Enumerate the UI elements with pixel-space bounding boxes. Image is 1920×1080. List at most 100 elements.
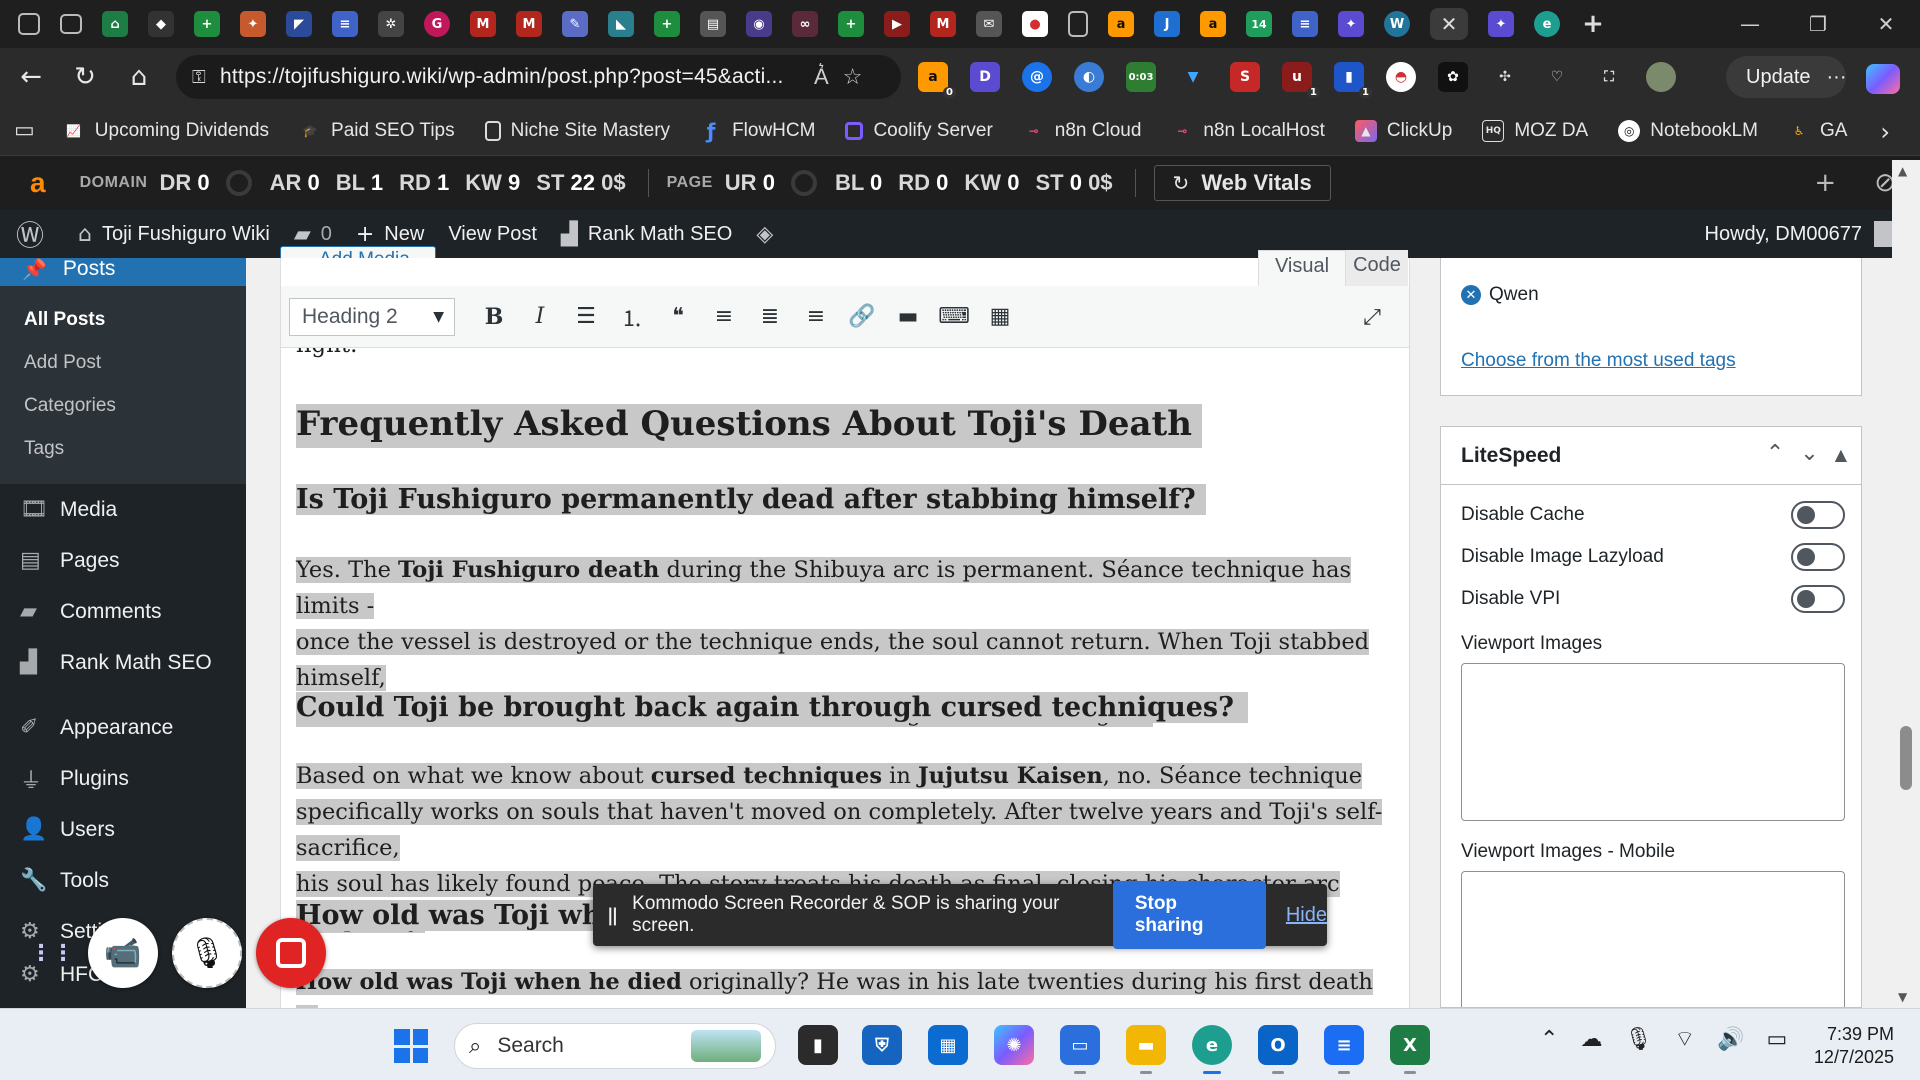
bookmark-n8n-cloud[interactable]: ⊸ n8n Cloud [1023,120,1142,142]
tab-code[interactable]: Code [1346,250,1408,286]
extension-at-icon[interactable]: @ [1022,62,1052,92]
rank-math-link[interactable]: ▟ Rank Math SEO [549,210,744,258]
disable-lazyload-toggle[interactable] [1791,543,1845,571]
tab-favicon-house[interactable]: ⌂ [102,11,128,37]
taskbar-copilot[interactable]: ✺ [994,1025,1034,1065]
tab-favicon-wordpress[interactable]: W [1384,11,1410,37]
toolbar-toggle-icon[interactable]: ⌨ [931,297,977,337]
wifi-icon[interactable]: ⌔ [1674,1025,1695,1053]
tab-favicon-teal[interactable]: ◣ [608,11,634,37]
bookmark-upcoming-dividends[interactable]: 📈 Upcoming Dividends [63,120,269,142]
tab-favicon-a[interactable]: a [1108,11,1134,37]
submenu-all-posts[interactable]: All Posts [0,298,246,341]
volume-icon[interactable]: 🔊 [1717,1027,1744,1052]
stop-sharing-button[interactable]: Stop sharing [1112,881,1266,949]
ahrefs-logo-icon[interactable]: a [30,167,46,199]
extension-d-icon[interactable]: D [970,62,1000,92]
extensions-puzzle-icon[interactable]: ✣ [1490,62,1520,92]
extension-timer-icon[interactable]: 0:03 [1126,62,1156,92]
taskbar-file-explorer[interactable]: ▬ [1126,1025,1166,1074]
remove-tag-icon[interactable]: ✕ [1461,285,1481,305]
tab-favicon-docs2[interactable]: ≡ [1292,11,1318,37]
add-icon[interactable]: + [1814,168,1836,198]
taskbar-terminal[interactable]: ▮ [798,1025,838,1065]
format-select[interactable]: Heading 2 ▼ [289,297,455,336]
numbered-list-icon[interactable]: ⒈ [609,297,655,337]
extension-ahrefs-icon[interactable]: a0 [918,62,956,98]
align-left-icon[interactable]: ≡ [701,297,747,337]
tab-actions-icon[interactable] [60,14,82,34]
bold-button[interactable]: B [471,297,517,337]
tab-favicon-m[interactable]: M [470,11,496,37]
tab-favicon-grey[interactable]: ▤ [700,11,726,37]
taskbar-defender[interactable]: ⛨ [862,1025,902,1065]
taskbar-remote-desktop[interactable]: ▭ [1060,1025,1100,1074]
tab-visual[interactable]: Visual [1258,250,1346,286]
new-tab-icon[interactable]: + [1580,9,1606,39]
bookmark-coolify-server[interactable]: Coolify Server [845,120,993,142]
tab-favicon-page[interactable] [1068,11,1088,37]
onedrive-icon[interactable]: ☁ [1580,1027,1602,1052]
tab-favicon-red[interactable]: ● [1022,11,1048,37]
table-icon[interactable]: ▦ [977,297,1023,337]
tab-favicon-gear[interactable]: ✲ [378,11,404,37]
camera-button[interactable]: 📹 [88,918,158,988]
site-info-icon[interactable]: ⚿ [192,67,220,88]
viewport-images-mobile-textarea[interactable] [1461,871,1845,1007]
taskbar-edge[interactable]: e [1192,1025,1232,1074]
blockquote-icon[interactable]: ❝ [655,297,701,337]
tab-favicon-star[interactable]: ✦ [1338,11,1364,37]
taskbar-outlook[interactable]: O [1258,1025,1298,1074]
more-options-icon[interactable]: ··· [1827,66,1847,89]
show-hidden-icons-icon[interactable]: ⌃ [1540,1027,1558,1052]
menu-posts[interactable]: 📌 Posts [0,258,246,286]
tab-favicon-sheets[interactable]: + [194,11,220,37]
move-up-icon[interactable]: ⌃ [1766,441,1784,466]
read-more-icon[interactable]: ▬ [885,297,931,337]
most-used-tags-link[interactable]: Choose from the most used tags [1461,350,1736,372]
home-icon[interactable]: ⌂ [112,50,166,104]
question-3-heading[interactable]: How old was Toji wh [296,894,602,938]
tab-favicon-sheets2[interactable]: + [654,11,680,37]
menu-appearance[interactable]: ✐ Appearance [0,702,246,753]
tab-favicon-blue[interactable]: ◤ [286,11,312,37]
move-down-icon[interactable]: ⌄ [1800,441,1818,466]
bookmark-notebooklm[interactable]: ◎ NotebookLM [1618,119,1758,142]
tab-favicon-purple[interactable]: ◉ [746,11,772,37]
scroll-down-icon[interactable]: ▼ [1898,990,1907,1004]
taskbar-excel[interactable]: X [1390,1025,1430,1074]
taskbar-store[interactable]: ▦ [928,1025,968,1065]
diamond-menu[interactable]: ◈ [744,210,795,258]
submenu-categories[interactable]: Categories [0,384,246,427]
stop-recording-button[interactable] [256,918,326,988]
tab-favicon-diamond[interactable]: ◆ [148,11,174,37]
menu-users[interactable]: 👤 Users [0,804,246,855]
read-aloud-icon[interactable]: A͛ [814,64,829,90]
question-2-heading[interactable]: Could Toji be brought back again through… [296,686,1248,730]
microphone-tray-icon[interactable]: 🎙 [1624,1027,1652,1052]
browser-update-button[interactable]: Update ··· [1726,56,1846,98]
web-vitals-button[interactable]: ↻ Web Vitals [1153,165,1331,201]
tab-favicon-sheets3[interactable]: + [838,11,864,37]
close-window-icon[interactable]: ✕ [1852,0,1920,48]
italic-button[interactable]: I [517,297,563,337]
align-center-icon[interactable]: ≣ [747,297,793,337]
drag-handle-icon[interactable]: ⋮⋮ [30,941,74,966]
align-right-icon[interactable]: ≡ [793,297,839,337]
faq-heading[interactable]: Frequently Asked Questions About Toji's … [296,398,1202,450]
answer-3-paragraph[interactable]: How old was Toji when he died originally… [296,964,1396,1008]
menu-media[interactable]: 🎞 Media [0,484,246,535]
taskbar-search[interactable]: ⌕ Search [454,1023,776,1069]
menu-rank-math[interactable]: ▟ Rank Math SEO [0,637,246,688]
fullscreen-icon[interactable]: ⤢ [1349,297,1395,337]
question-1-heading[interactable]: Is Toji Fushiguro permanently dead after… [296,478,1206,522]
tab-favicon-edge[interactable]: e [1534,11,1560,37]
submenu-tags[interactable]: Tags [0,427,246,470]
tab-active[interactable]: ✕ [1430,8,1468,40]
tab-favicon-link[interactable]: ∞ [792,11,818,37]
view-post-link[interactable]: View Post [436,210,549,258]
url-text[interactable]: https://tojifushiguro.wiki/wp-admin/post… [220,65,800,89]
menu-comments[interactable]: ▰ Comments [0,586,246,637]
link-icon[interactable]: 🔗 [839,297,885,337]
submenu-add-post[interactable]: Add Post [0,341,246,384]
